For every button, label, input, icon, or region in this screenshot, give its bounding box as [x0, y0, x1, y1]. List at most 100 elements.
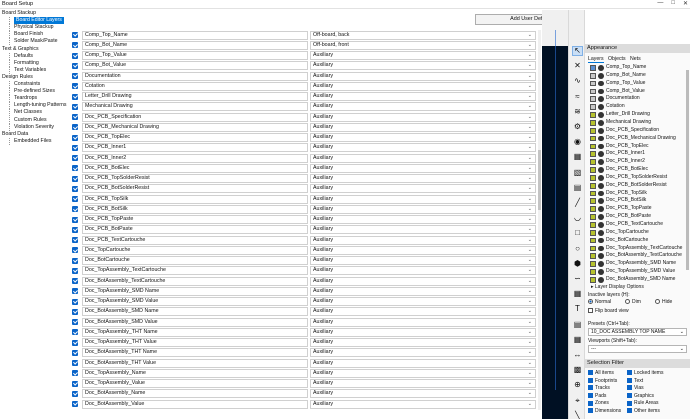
inactive-hide-radio[interactable]: Hide — [655, 299, 672, 305]
maximize-icon[interactable]: □ — [671, 0, 675, 7]
layer-name-field[interactable]: Doc_PCB_BotSilk — [82, 204, 308, 214]
eye-icon[interactable] — [598, 80, 604, 87]
tree-item[interactable]: Constraints — [14, 81, 40, 88]
appearance-layer-row[interactable]: Doc_TopAssembly_SMD Value — [585, 268, 685, 276]
layer-enabled-checkbox[interactable] — [72, 165, 78, 172]
layer-type-select[interactable]: Auxiliary ⌄ — [310, 327, 536, 337]
layer-name-field[interactable]: Doc_PCB_Inner1 — [82, 143, 308, 153]
layer-icon[interactable]: ▩ — [572, 365, 583, 375]
tree-item[interactable]: Net Classes — [14, 109, 42, 116]
appearance-layer-row[interactable]: Doc_PCB_Specification — [585, 127, 685, 135]
layer-name-field[interactable]: Doc_BotCartouche — [82, 256, 308, 266]
layer-enabled-checkbox[interactable] — [72, 42, 78, 49]
appearance-layer-row[interactable]: Comp_Top_Value — [585, 80, 685, 88]
layer-enabled-checkbox[interactable] — [72, 308, 78, 315]
layer-type-select[interactable]: Auxiliary ⌄ — [310, 194, 536, 204]
eye-icon[interactable] — [598, 206, 604, 213]
layer-list-scrollbar[interactable] — [538, 30, 541, 410]
line-icon[interactable]: ╱ — [572, 198, 583, 208]
layer-type-select[interactable]: Auxiliary ⌄ — [310, 348, 536, 358]
layer-name-field[interactable]: Doc_TopAssembly_Name — [82, 368, 308, 378]
eye-icon[interactable] — [598, 261, 604, 268]
grid-origin-icon[interactable]: ⌖ — [572, 396, 583, 406]
tree-item[interactable]: Board Finish — [14, 31, 43, 38]
appearance-layer-row[interactable]: Comp_Bot_Value — [585, 88, 685, 96]
layer-enabled-checkbox[interactable] — [72, 103, 78, 110]
layer-name-field[interactable]: Doc_TopAssembly_THT Name — [82, 327, 308, 337]
layer-type-select[interactable]: Auxiliary ⌄ — [310, 256, 536, 266]
tree-item[interactable]: Solder Mask/Paste — [14, 38, 58, 45]
selection-filter-checkbox[interactable]: Zones — [588, 400, 609, 406]
layer-name-field[interactable]: Doc_PCB_Specification — [82, 112, 308, 122]
arc-icon[interactable]: ◡ — [572, 213, 583, 223]
minimize-icon[interactable]: — — [657, 0, 663, 7]
circle-icon[interactable]: ○ — [572, 244, 583, 254]
layer-type-select[interactable]: Auxiliary ⌄ — [310, 153, 536, 163]
selection-filter-checkbox[interactable]: Pads — [588, 393, 606, 399]
layer-enabled-checkbox[interactable] — [72, 52, 78, 59]
tree-item[interactable]: Board Data — [2, 131, 28, 138]
layer-name-field[interactable]: Cotation — [82, 81, 308, 91]
layer-type-select[interactable]: Auxiliary ⌄ — [310, 368, 536, 378]
layer-enabled-checkbox[interactable] — [72, 216, 78, 223]
layer-name-field[interactable]: Doc_BotAssembly_THT Name — [82, 348, 308, 358]
layer-name-field[interactable]: Doc_PCB_TopSilk — [82, 194, 308, 204]
appearance-layer-row[interactable]: Doc_TopCartouche — [585, 229, 685, 237]
eye-icon[interactable] — [598, 167, 604, 173]
tree-item[interactable]: Text Variables — [14, 67, 46, 74]
layer-enabled-checkbox[interactable] — [72, 360, 78, 366]
appearance-layer-row[interactable]: Mechanical Drawing — [585, 119, 685, 127]
layer-enabled-checkbox[interactable] — [72, 319, 78, 325]
layer-enabled-checkbox[interactable] — [72, 73, 78, 79]
appearance-layer-row[interactable]: Doc_PCB_BotSilk — [585, 197, 685, 205]
layer-type-select[interactable]: Auxiliary ⌄ — [310, 81, 536, 91]
pcb-canvas[interactable] — [542, 10, 568, 419]
appearance-layer-row[interactable]: Doc_PCB_BotPaste — [585, 213, 685, 221]
appearance-layer-row[interactable]: Documentation — [585, 95, 685, 103]
layer-type-select[interactable]: Auxiliary ⌄ — [310, 143, 536, 153]
layer-type-select[interactable]: Auxiliary ⌄ — [310, 307, 536, 317]
layer-name-field[interactable]: Doc_BotAssembly_TextCartouche — [82, 276, 308, 286]
layer-color-swatch[interactable] — [590, 229, 596, 236]
eye-icon[interactable] — [598, 72, 604, 79]
layer-color-swatch[interactable] — [590, 182, 596, 189]
hatch-icon[interactable]: ▤ — [572, 183, 583, 193]
tree-item[interactable]: Text & Graphics — [2, 46, 39, 53]
presets-select[interactable]: 10_DOC ASSEMBLY TOP NAME ⌄ — [588, 328, 687, 336]
appearance-layer-row[interactable]: Comp_Top_Name — [585, 64, 685, 72]
eye-icon[interactable] — [598, 222, 604, 228]
inactive-dim-radio[interactable]: Dim — [625, 299, 641, 305]
appearance-layer-row[interactable]: Doc_PCB_Inner2 — [585, 158, 685, 166]
eye-icon[interactable] — [598, 127, 604, 134]
layer-enabled-checkbox[interactable] — [72, 329, 78, 336]
layer-type-select[interactable]: Auxiliary ⌄ — [310, 215, 536, 225]
appearance-layer-row[interactable]: Doc_PCB_TopElec — [585, 143, 685, 151]
eye-icon[interactable] — [598, 229, 604, 236]
appearance-layer-row[interactable]: Doc_PCB_TextCartouche — [585, 221, 685, 229]
eye-icon[interactable] — [598, 190, 604, 197]
layer-name-field[interactable]: Documentation — [82, 71, 308, 81]
appearance-layer-row[interactable]: Doc_PCB_Mechanical Drawing — [585, 135, 685, 143]
layer-color-swatch[interactable] — [590, 127, 596, 134]
selection-filter-checkbox[interactable]: Vias — [627, 385, 644, 391]
layer-name-field[interactable]: Doc_PCB_TopElec — [82, 133, 308, 143]
layer-type-select[interactable]: Off-board, front ⌄ — [310, 40, 536, 50]
eye-icon[interactable] — [598, 96, 604, 103]
layer-name-field[interactable]: Doc_TopAssembly_Value — [82, 379, 308, 389]
layer-color-swatch[interactable] — [590, 190, 596, 197]
layer-name-field[interactable]: Doc_TopCartouche — [82, 245, 308, 255]
selection-filter-checkbox[interactable]: Locked items — [627, 370, 663, 376]
appearance-layer-row[interactable]: Doc_TopAssembly_SMD Name — [585, 260, 685, 268]
layer-name-field[interactable]: Doc_PCB_TopSolderResist — [82, 174, 308, 184]
appearance-layer-row[interactable]: Doc_PCB_BotSolderResist — [585, 182, 685, 190]
tree-item[interactable]: Design Rules — [2, 74, 33, 81]
tree-item[interactable]: Embedded Files — [14, 138, 52, 145]
layer-type-select[interactable]: Auxiliary ⌄ — [310, 266, 536, 276]
layer-type-select[interactable]: Auxiliary ⌄ — [310, 338, 536, 348]
layer-name-field[interactable]: Doc_TopAssembly_SMD Name — [82, 286, 308, 296]
appearance-layer-row[interactable]: Cotation — [585, 103, 685, 111]
diff-pair-icon[interactable]: ≈ — [572, 92, 583, 102]
layer-type-select[interactable]: Auxiliary ⌄ — [310, 358, 536, 368]
layer-type-select[interactable]: Auxiliary ⌄ — [310, 122, 536, 132]
layer-enabled-checkbox[interactable] — [72, 144, 78, 151]
